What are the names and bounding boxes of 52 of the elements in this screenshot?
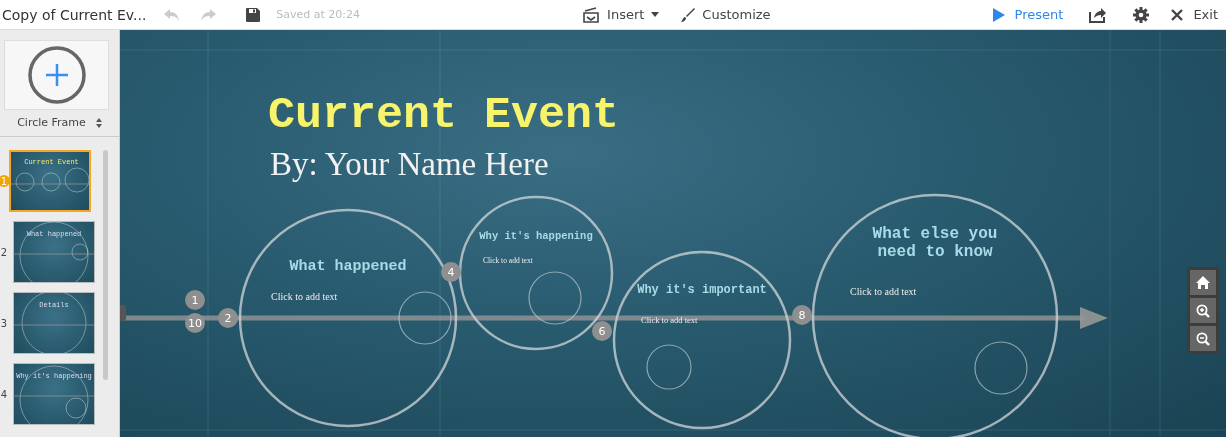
path-point-badge[interactable]: 2 [218,308,238,328]
path-point-badge[interactable]: 8 [792,305,812,325]
circle-frame[interactable] [458,195,614,351]
add-frame-button[interactable] [4,40,109,110]
slide-number: 1 [0,175,10,187]
document-title[interactable]: Copy of Current Ev... [2,6,147,23]
frame-heading[interactable]: What happened [278,258,418,276]
presentation-subtitle[interactable]: By: Your Name Here [270,146,549,183]
frame-heading[interactable]: What else you need to know [860,225,1010,262]
frame-body-text[interactable]: Click to add text [271,291,338,302]
path-point-badge[interactable]: 1 [185,290,205,310]
scrollbar[interactable] [103,150,108,380]
updown-icon [95,117,102,128]
brush-icon [681,7,696,22]
frame-type-dropdown[interactable]: Circle Frame [17,116,102,129]
caret-icon [651,12,660,17]
zoom-out-icon [1196,331,1210,346]
small-circle-frame[interactable] [646,344,692,390]
close-icon [1171,8,1184,21]
frame-heading[interactable]: Why it's important [622,284,782,298]
slide-number: 4 [0,388,9,400]
slide-number: 2 [0,246,9,258]
frame-heading[interactable]: Why it's happening [461,230,611,243]
insert-menu[interactable]: Insert [582,6,660,23]
exit-button[interactable]: Exit [1171,7,1218,22]
small-circle-frame[interactable] [974,341,1028,395]
insert-icon [582,6,601,23]
present-button[interactable]: Present [992,7,1064,22]
save-icon[interactable] [246,7,261,22]
collapse-handle-icon[interactable] [120,305,126,321]
path-point-badge[interactable]: 4 [441,262,461,282]
play-icon [992,7,1005,22]
zoom-in-icon [1196,303,1210,318]
customize-button[interactable]: Customize [681,7,771,22]
share-icon[interactable] [1089,6,1108,23]
frame-body-text[interactable]: Click to add text [850,286,917,297]
settings-icon[interactable] [1133,6,1150,23]
zoom-in-button[interactable] [1190,298,1216,323]
home-icon [1196,276,1210,289]
frame-body-text[interactable]: Click to add text [641,315,698,325]
zoom-out-button[interactable] [1190,326,1216,351]
presentation-title[interactable]: Current Event [268,90,620,141]
path-point-badge[interactable]: 6 [592,321,612,341]
path-point-badge[interactable]: 10 [185,313,205,333]
circle-frame[interactable] [238,208,458,428]
circle-frame[interactable] [811,193,1059,437]
save-status: Saved at 20:24 [276,8,361,21]
small-circle-frame[interactable] [528,271,582,325]
circle-frame[interactable] [612,250,792,430]
home-button[interactable] [1190,270,1216,295]
small-circle-frame[interactable] [398,291,452,345]
slide-number: 3 [0,317,9,329]
